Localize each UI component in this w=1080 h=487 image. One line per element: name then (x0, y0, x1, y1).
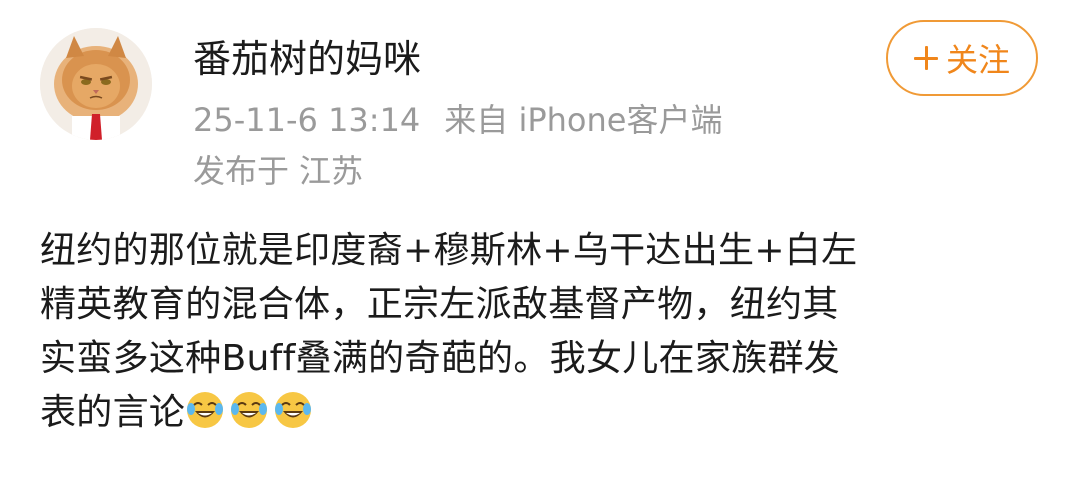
avatar[interactable] (40, 28, 152, 140)
post-location: 发布于 江苏 (193, 149, 363, 193)
plus-icon (913, 46, 938, 70)
follow-button[interactable]: 关注 (886, 20, 1038, 96)
post-line-last: 表的言论 (40, 386, 1040, 440)
cat-avatar-icon (40, 28, 152, 140)
follow-label: 关注 (945, 41, 1010, 79)
timestamp: 25-11-6 13:14 (193, 101, 421, 139)
post-text: 纽约的那位就是印度裔+穆斯林+乌干达出生+白左 精英教育的混合体，正宗左派敌基督… (40, 224, 1040, 440)
laugh-cry-emoji (185, 390, 225, 430)
post-line: 实蛮多这种Buff叠满的奇葩的。我女儿在家族群发 (40, 338, 841, 379)
laugh-cry-emoji (229, 390, 269, 430)
username[interactable]: 番茄树的妈咪 (193, 31, 421, 87)
laugh-cry-emoji (273, 390, 313, 430)
post-line: 纽约的那位就是印度裔+穆斯林+乌干达出生+白左 (40, 230, 858, 271)
post-source: 来自 iPhone客户端 (444, 101, 723, 139)
location-prefix: 发布于 (193, 152, 290, 190)
post-line-text: 表的言论 (40, 392, 186, 433)
post-meta: 25-11-6 13:14 来自 iPhone客户端 (193, 98, 722, 142)
post-line: 精英教育的混合体，正宗左派敌基督产物，纽约其 (40, 284, 839, 325)
location-value: 江苏 (299, 152, 364, 190)
